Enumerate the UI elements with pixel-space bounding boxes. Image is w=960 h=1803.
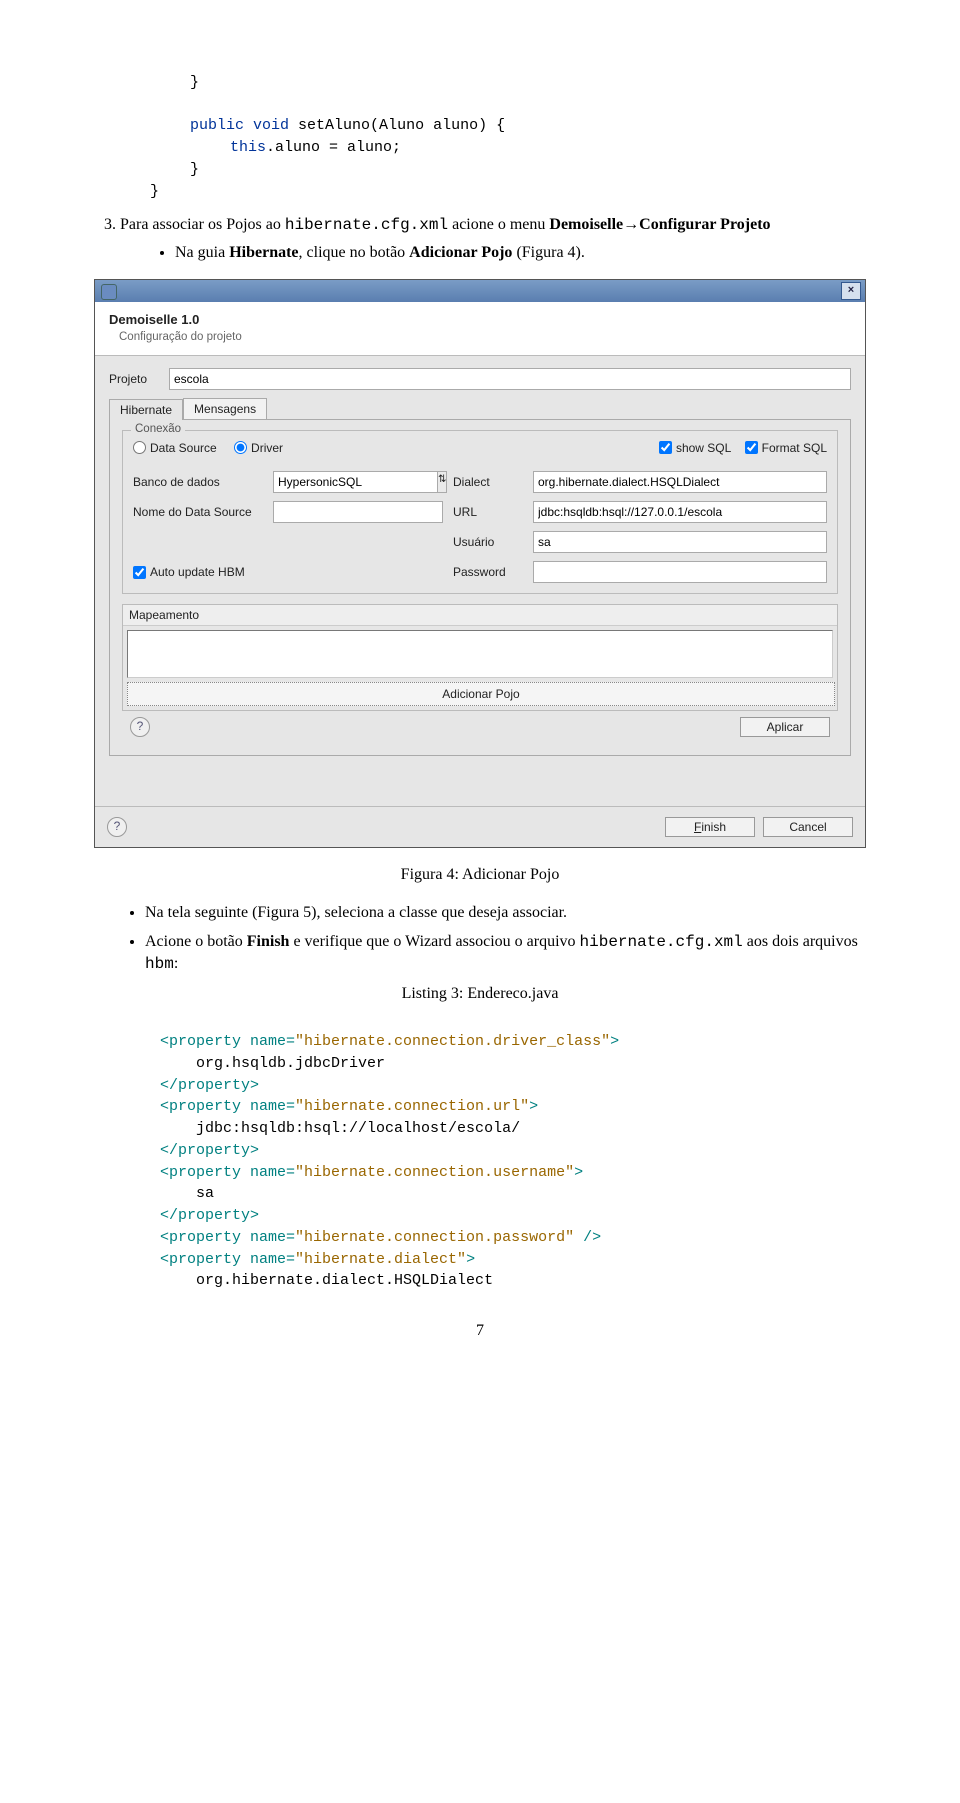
dialog-subtitle: Configuração do projeto xyxy=(119,331,851,343)
text: Na guia xyxy=(175,244,229,261)
code-inline: hibernate.cfg.xml xyxy=(285,216,448,234)
step-list: Para associar os Pojos ao hibernate.cfg.… xyxy=(90,216,870,264)
check-formatsql[interactable]: Format SQL xyxy=(745,441,827,455)
text: Para associar os Pojos ao xyxy=(120,216,285,233)
text: acione o menu xyxy=(448,216,549,233)
text: (Figura 4). xyxy=(512,244,584,261)
titlebar[interactable]: × xyxy=(95,280,865,302)
dialog-title: Demoiselle 1.0 xyxy=(109,312,851,327)
dialog-content: Projeto Hibernate Mensagens Conexão Data… xyxy=(95,356,865,767)
code-inline: hibernate.cfg.xml xyxy=(580,933,743,951)
figure-4-caption: Figura 4: Adicionar Pojo xyxy=(90,866,870,884)
mapping-group: Mapeamento Adicionar Pojo xyxy=(122,604,838,711)
bullet: Acione o botão Finish e verifique que o … xyxy=(145,931,870,976)
close-icon[interactable]: × xyxy=(841,282,861,300)
kw: this xyxy=(230,139,266,156)
aplicar-button[interactable]: Aplicar xyxy=(740,717,830,737)
nomeds-input[interactable] xyxy=(273,501,443,523)
dialog-footer: ? Finish Cancel xyxy=(95,806,865,847)
password-input[interactable] xyxy=(533,561,827,583)
text: aos dois arquivos xyxy=(743,933,858,950)
usuario-input[interactable] xyxy=(533,531,827,553)
tab-row: Hibernate Mensagens xyxy=(109,398,851,419)
page-number: 7 xyxy=(90,1322,870,1340)
step-3: Para associar os Pojos ao hibernate.cfg.… xyxy=(120,216,870,264)
code-line: } xyxy=(190,74,199,91)
text: , clique no botão xyxy=(299,244,410,261)
url-input[interactable] xyxy=(533,501,827,523)
dialog-window: × Demoiselle 1.0 Configuração do projeto… xyxy=(94,279,866,849)
radio-datasource[interactable]: Data Source xyxy=(133,441,217,455)
window-icon xyxy=(101,284,117,300)
code-line: } xyxy=(190,161,199,178)
code-block-xml: <property name="hibernate.connection.dri… xyxy=(160,1009,870,1292)
check-showsql[interactable]: show SQL xyxy=(659,441,731,455)
code-text: setAluno(Aluno aluno) { xyxy=(289,117,505,134)
text: Acione o botão xyxy=(145,933,247,950)
lbl-nomeds: Nome do Data Source xyxy=(133,505,263,519)
mapping-list[interactable] xyxy=(127,630,833,678)
lbl-password: Password xyxy=(453,565,523,579)
bullet: Na tela seguinte (Figura 5), seleciona a… xyxy=(145,902,870,924)
bold: Finish xyxy=(247,933,290,950)
lbl-url: URL xyxy=(453,505,523,519)
projeto-label: Projeto xyxy=(109,372,169,386)
banco-input[interactable] xyxy=(273,471,437,493)
bullet: Na guia Hibernate, clique no botão Adici… xyxy=(175,242,870,264)
help-icon[interactable]: ? xyxy=(130,717,150,737)
select-banco[interactable]: ⇅ xyxy=(273,471,443,493)
bold: Adicionar Pojo xyxy=(409,244,512,261)
lbl-usuario: Usuário xyxy=(453,535,523,549)
group-legend: Conexão xyxy=(131,423,185,435)
add-pojo-button[interactable]: Adicionar Pojo xyxy=(127,682,835,706)
lbl-banco: Banco de dados xyxy=(133,475,263,489)
text: e verifique que o Wizard associou o arqu… xyxy=(289,933,579,950)
cancel-button[interactable]: Cancel xyxy=(763,817,853,837)
listing-3-caption: Listing 3: Endereco.java xyxy=(90,985,870,1003)
check-autoupdate[interactable]: Auto update HBM xyxy=(133,565,443,579)
projeto-input[interactable] xyxy=(169,368,851,390)
bullets-after-fig: Na tela seguinte (Figura 5), seleciona a… xyxy=(90,902,870,975)
tab-mensagens[interactable]: Mensagens xyxy=(183,398,267,419)
sub-bullets: Na guia Hibernate, clique no botão Adici… xyxy=(120,242,870,264)
code-text: .aluno = aluno; xyxy=(266,139,401,156)
dialect-input[interactable] xyxy=(533,471,827,493)
dialog-header: Demoiselle 1.0 Configuração do projeto xyxy=(95,302,865,356)
lbl-dialect: Dialect xyxy=(453,475,523,489)
code-block-top: } public void setAluno(Aluno aluno) { th… xyxy=(90,50,870,202)
help-icon-footer[interactable]: ? xyxy=(107,817,127,837)
bold: Hibernate xyxy=(229,244,298,261)
tab-panel: Conexão Data Source Driver show SQL Form… xyxy=(109,419,851,757)
tab-hibernate[interactable]: Hibernate xyxy=(109,399,183,420)
finish-button[interactable]: Finish xyxy=(665,817,755,837)
kw: public xyxy=(190,117,244,134)
code-inline: hbm xyxy=(145,955,174,973)
chevron-updown-icon[interactable]: ⇅ xyxy=(437,471,447,493)
bold: Demoiselle→Configurar Projeto xyxy=(549,216,770,233)
mapping-legend: Mapeamento xyxy=(123,605,837,626)
kw: void xyxy=(253,117,289,134)
conexao-group: Conexão Data Source Driver show SQL Form… xyxy=(122,430,838,595)
text: : xyxy=(174,955,178,972)
radio-driver[interactable]: Driver xyxy=(234,441,283,455)
code-line: } xyxy=(150,183,159,200)
figure-4: × Demoiselle 1.0 Configuração do projeto… xyxy=(90,279,870,849)
